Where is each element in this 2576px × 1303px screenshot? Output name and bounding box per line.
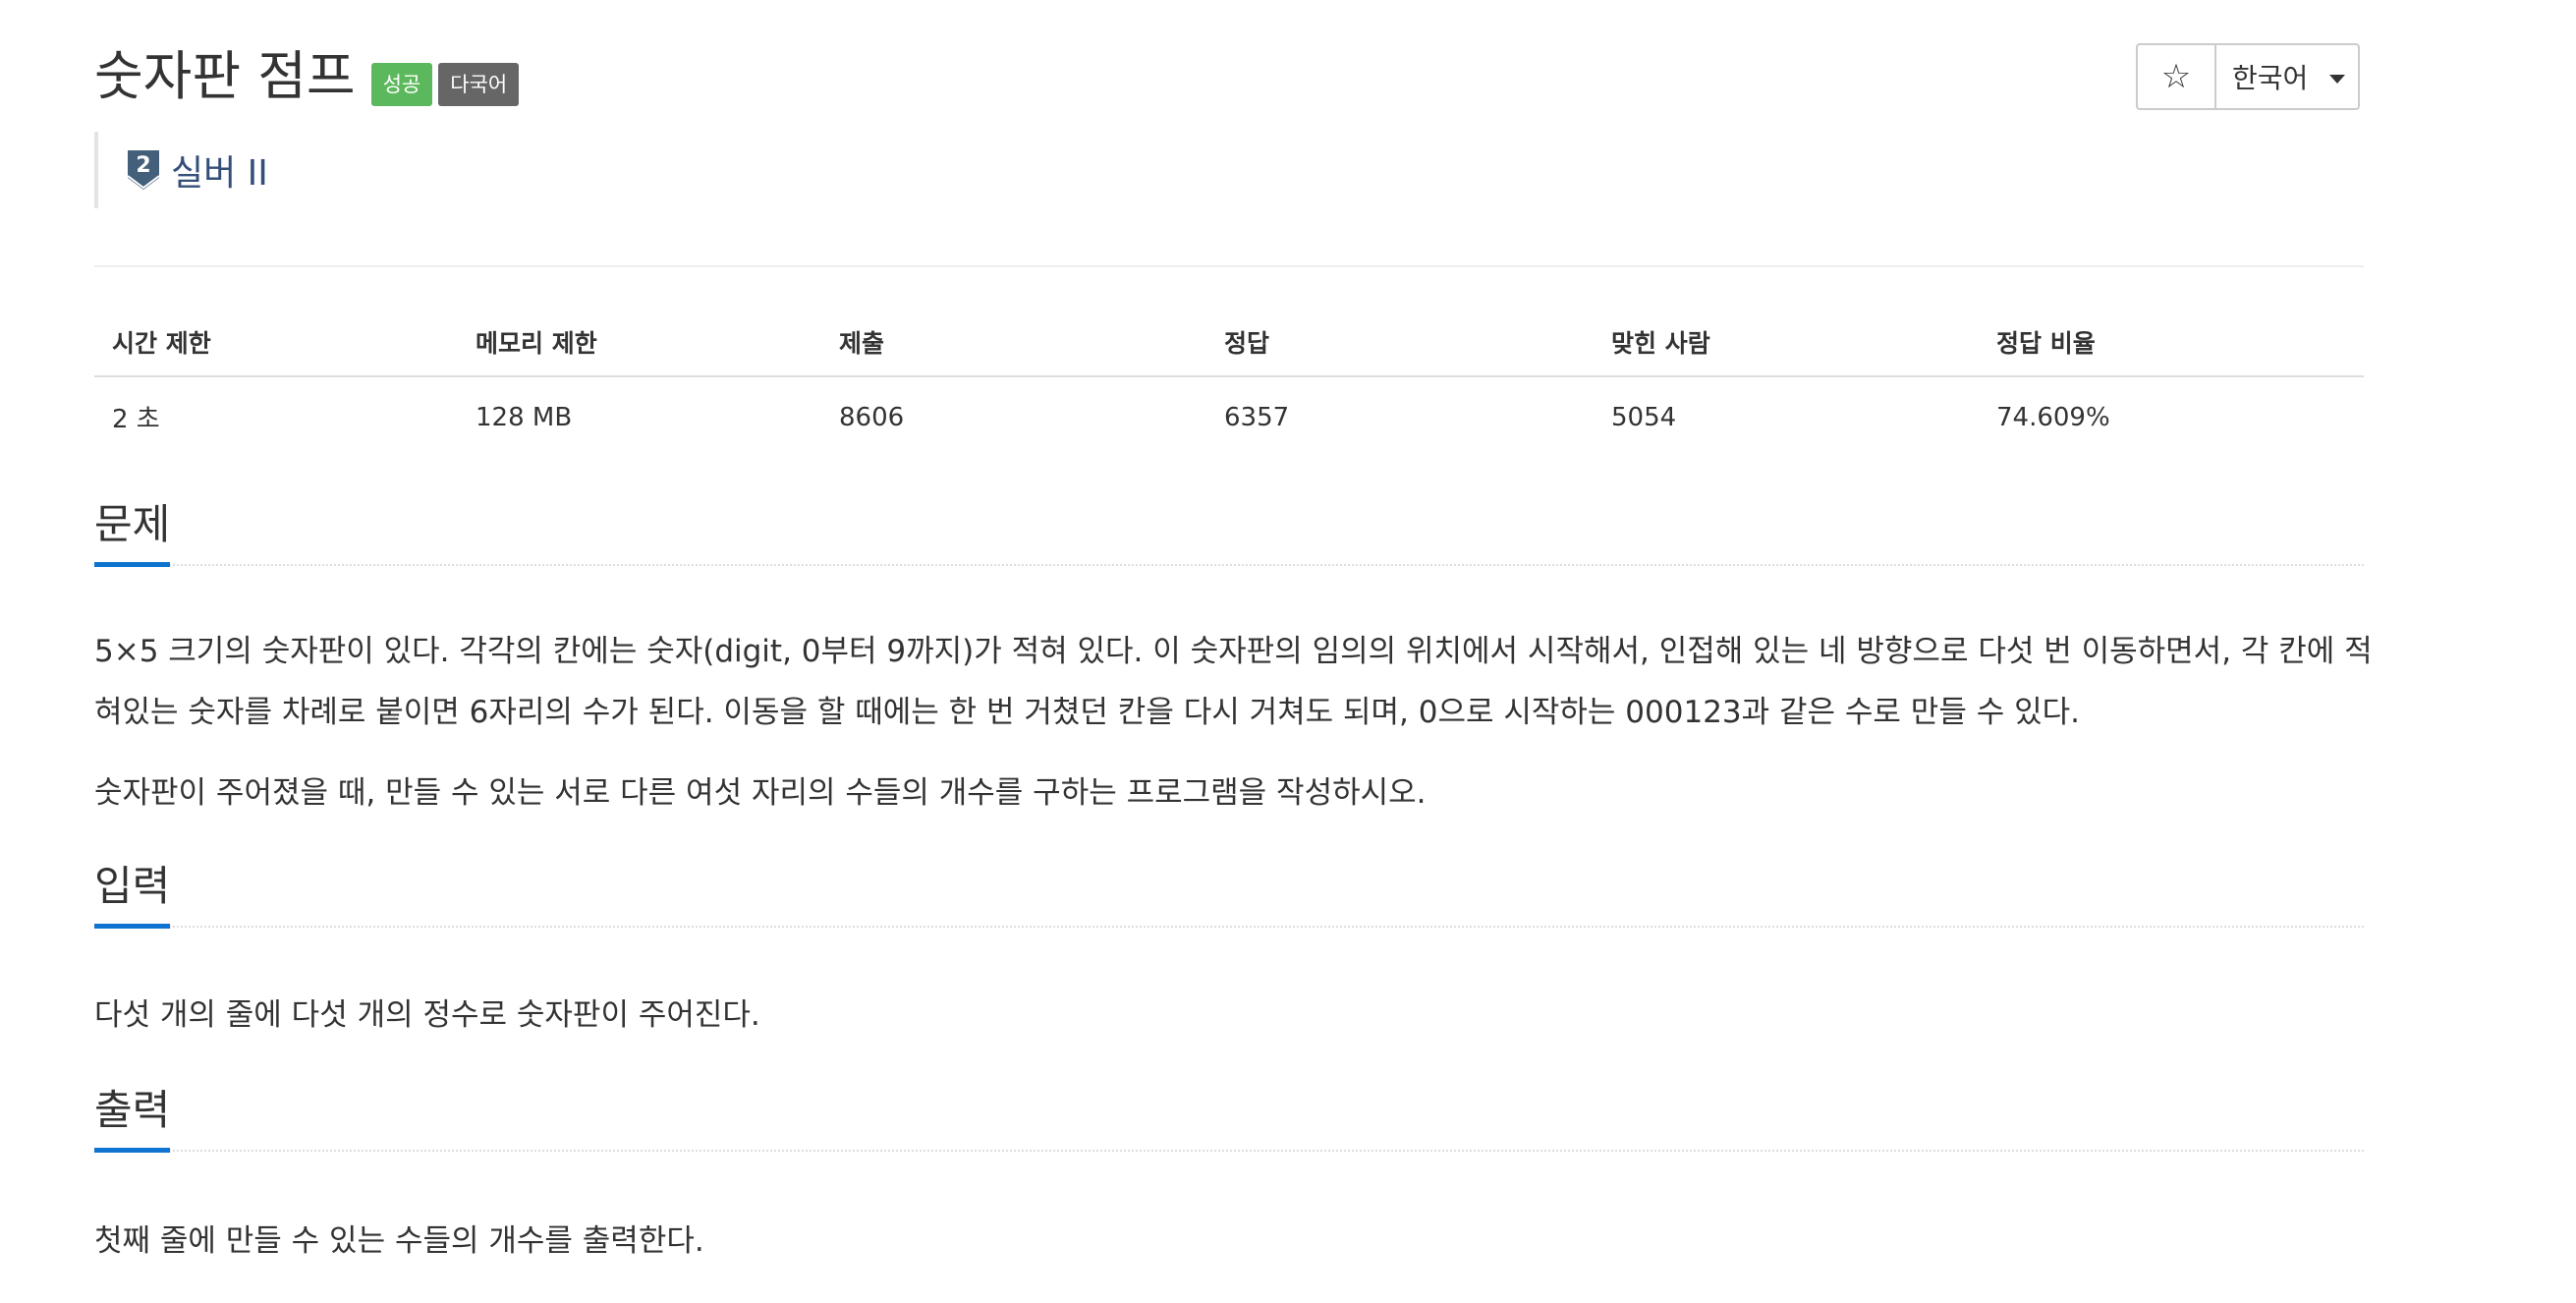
multilang-badge[interactable]: 다국어 — [438, 63, 520, 106]
problem-info-table: 시간 제한 메모리 제한 제출 정답 맞힌 사람 정답 비율 2 초 128 M… — [94, 307, 2364, 451]
output-description: 첫째 줄에 만들 수 있는 수들의 개수를 출력한다. — [94, 1211, 2374, 1291]
problem-paragraph: 숫자판이 주어졌을 때, 만들 수 있는 서로 다른 여섯 자리의 수들의 개수… — [94, 775, 1427, 811]
problem-description: 5×5 크기의 숫자판이 있다. 각각의 칸에는 숫자(digit, 0부터 9… — [94, 621, 2374, 843]
favorite-button[interactable]: ☆ — [2138, 45, 2216, 108]
table-header-cell: 정답 비율 — [1979, 307, 2364, 377]
table-header-row: 시간 제한 메모리 제한 제출 정답 맞힌 사람 정답 비율 — [94, 307, 2364, 377]
tier-level: 2 — [136, 153, 150, 178]
input-paragraph: 다섯 개의 줄에 다섯 개의 정수로 숫자판이 주어진다. — [94, 997, 760, 1033]
problem-page: 숫자판 점프 성공 다국어 2 실버 II ☆ 한국어 시간 제한 메모리 제한… — [0, 0, 2576, 1303]
input-description: 다섯 개의 줄에 다섯 개의 정수로 숫자판이 주어진다. — [94, 985, 2374, 1065]
input-heading: 입력 — [94, 861, 171, 929]
time-limit-value: 2 초 — [112, 405, 160, 434]
title-row: 숫자판 점프 성공 다국어 — [94, 45, 520, 108]
table-header-cell: 시간 제한 — [94, 307, 458, 377]
output-section-header: 출력 — [94, 1085, 2364, 1153]
table-header-cell: 제출 — [821, 307, 1206, 377]
problem-paragraph: 5×5 크기의 숫자판이 있다. 각각의 칸에는 숫자(digit, 0부터 9… — [94, 634, 2373, 730]
silver-tier-icon: 2 — [127, 150, 160, 190]
solvers-value: 5054 — [1611, 402, 1677, 432]
table-header-cell: 맞힌 사람 — [1594, 307, 1979, 377]
problem-heading: 문제 — [94, 499, 171, 567]
memory-limit-value: 128 MB — [476, 402, 573, 432]
star-icon: ☆ — [2160, 57, 2192, 96]
problem-section-header: 문제 — [94, 499, 2364, 567]
language-label: 한국어 — [2232, 62, 2309, 94]
submissions-value: 8606 — [839, 402, 905, 432]
caret-down-icon — [2329, 74, 2346, 84]
table-row: 2 초 128 MB 8606 6357 5054 74.609% — [94, 376, 2364, 451]
table-header-cell: 메모리 제한 — [458, 307, 821, 377]
output-heading: 출력 — [94, 1085, 171, 1153]
divider — [94, 265, 2364, 267]
tier-label[interactable]: 실버 II — [171, 144, 268, 196]
output-paragraph: 첫째 줄에 만들 수 있는 수들의 개수를 출력한다. — [94, 1223, 704, 1259]
tier-block: 2 실버 II — [94, 132, 268, 208]
success-badge[interactable]: 성공 — [370, 63, 433, 106]
accept-ratio-value: 74.609% — [1996, 402, 2110, 432]
page-title: 숫자판 점프 — [94, 45, 356, 107]
accepted-value: 6357 — [1224, 402, 1290, 432]
input-section-header: 입력 — [94, 861, 2364, 929]
language-dropdown[interactable]: 한국어 — [2216, 45, 2358, 108]
top-actions: ☆ 한국어 — [2136, 43, 2360, 110]
table-header-cell: 정답 — [1206, 307, 1594, 377]
